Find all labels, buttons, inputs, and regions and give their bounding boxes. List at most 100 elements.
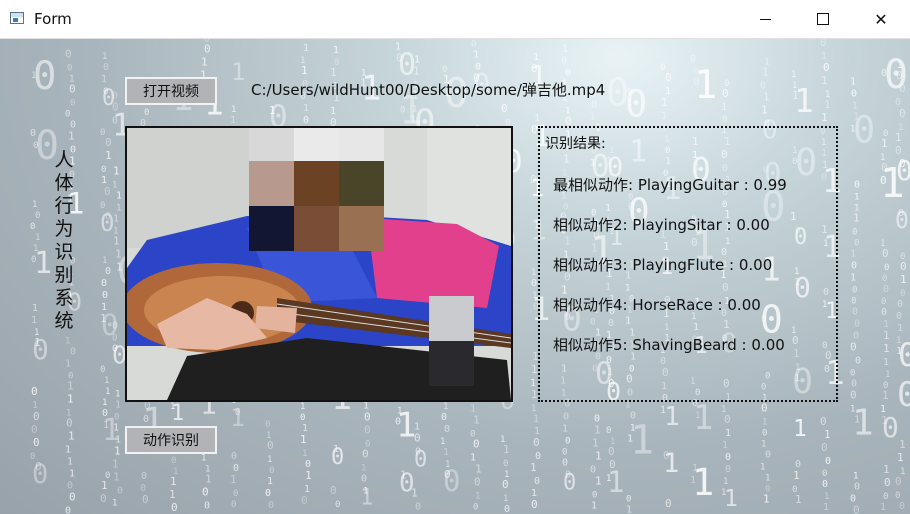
matrix-digit: 1 <box>65 358 71 369</box>
matrix-digit: 0 <box>68 371 73 381</box>
matrix-digit: 0 <box>899 82 906 95</box>
matrix-digit: 0 <box>204 500 210 511</box>
matrix-digit: 1 <box>115 248 122 261</box>
matrix-digit: 1 <box>302 449 307 459</box>
matrix-digit: 1 <box>333 444 339 455</box>
matrix-digit: 0 <box>825 456 831 467</box>
matrix-digit: 0 <box>626 494 631 504</box>
form-client-area: 1000010011011111001000000001000010101111… <box>0 39 910 514</box>
matrix-digit: 1 <box>606 474 611 484</box>
matrix-digit: 0 <box>608 445 615 458</box>
matrix-digit: 1 <box>333 45 339 56</box>
matrix-digit: 0 <box>898 336 910 374</box>
matrix-digit: 0 <box>895 475 902 488</box>
matrix-digit: 0 <box>301 494 308 507</box>
matrix-digit: 0 <box>30 128 36 139</box>
matrix-digit: 0 <box>102 290 108 301</box>
matrix-digit: 0 <box>144 108 149 118</box>
matrix-digit: 0 <box>765 450 771 461</box>
matrix-digit: 1 <box>112 499 117 509</box>
matrix-digit: 0 <box>660 63 665 73</box>
matrix-digit: 1 <box>534 113 540 124</box>
matrix-digit: 0 <box>850 368 855 378</box>
matrix-digit: 1 <box>562 424 568 435</box>
matrix-digit: 0 <box>725 452 731 463</box>
matrix-digit: 0 <box>897 375 910 415</box>
matrix-digit: 0 <box>896 69 903 82</box>
matrix-digit: 0 <box>565 68 571 79</box>
matrix-digit: 0 <box>473 437 480 450</box>
matrix-digit: 0 <box>854 481 860 492</box>
matrix-digit: 0 <box>531 123 538 136</box>
matrix-digit: 0 <box>69 82 76 95</box>
matrix-digit: 1 <box>304 484 310 495</box>
matrix-digit: 1 <box>66 408 71 418</box>
matrix-digit: 0 <box>531 62 538 75</box>
matrix-digit: 1 <box>661 111 667 122</box>
maximize-icon <box>817 13 829 25</box>
matrix-digit: 0 <box>690 54 696 65</box>
matrix-digit: 1 <box>897 61 902 71</box>
matrix-digit: 0 <box>364 424 371 437</box>
matrix-digit: 1 <box>113 471 120 484</box>
matrix-digit: 0 <box>563 412 569 423</box>
matrix-digit: 0 <box>501 102 508 115</box>
matrix-digit: 1 <box>562 44 568 55</box>
open-video-button[interactable]: 打开视频 <box>125 77 217 105</box>
matrix-digit: 0 <box>231 451 237 462</box>
matrix-digit: 0 <box>853 330 859 341</box>
matrix-digit: 1 <box>762 66 769 79</box>
matrix-digit: 0 <box>896 311 902 322</box>
close-button[interactable]: ✕ <box>852 0 910 38</box>
matrix-digit: 1 <box>300 56 305 66</box>
matrix-digit: 0 <box>268 500 274 511</box>
matrix-digit: 0 <box>362 448 369 461</box>
matrix-digit: 1 <box>897 323 903 334</box>
matrix-digit: 1 <box>201 55 208 68</box>
matrix-digit: 1 <box>116 204 121 214</box>
maximize-button[interactable] <box>794 0 852 38</box>
matrix-digit: 1 <box>101 479 108 492</box>
matrix-digit: 1 <box>470 403 476 414</box>
matrix-digit: 1 <box>300 402 305 412</box>
matrix-digit: 1 <box>595 474 602 487</box>
matrix-digit: 0 <box>100 365 105 375</box>
matrix-digit: 0 <box>765 485 770 495</box>
matrix-digit: 0 <box>117 486 123 497</box>
matrix-digit: 0 <box>851 260 857 271</box>
matrix-digit: 0 <box>235 408 240 418</box>
matrix-digit: 1 <box>760 463 765 473</box>
matrix-digit: 1 <box>896 346 902 357</box>
matrix-digit: 1 <box>900 467 905 477</box>
matrix-digit: 1 <box>32 400 38 411</box>
matrix-digit: 0 <box>896 154 910 187</box>
matrix-digit: 1 <box>170 475 177 488</box>
matrix-digit: 0 <box>444 424 450 435</box>
matrix-digit: 1 <box>230 403 245 432</box>
matrix-digit: 0 <box>70 98 75 108</box>
matrix-digit: 1 <box>853 211 860 224</box>
minimize-button[interactable] <box>736 0 794 38</box>
matrix-digit: 1 <box>850 248 856 259</box>
matrix-digit: 0 <box>204 42 211 55</box>
matrix-digit: 0 <box>852 285 857 295</box>
matrix-digit: 1 <box>330 66 337 79</box>
matrix-digit: 0 <box>31 255 36 265</box>
matrix-digit: 1 <box>475 491 480 501</box>
matrix-digit: 0 <box>101 308 118 342</box>
matrix-digit: 0 <box>33 141 38 151</box>
matrix-digit: 0 <box>101 278 107 289</box>
recognize-action-button[interactable]: 动作识别 <box>125 426 217 454</box>
matrix-digit: 0 <box>105 211 111 222</box>
matrix-digit: 0 <box>895 208 909 234</box>
matrix-digit: 1 <box>113 214 119 225</box>
matrix-digit: 0 <box>883 492 888 502</box>
matrix-digit: 0 <box>823 61 830 74</box>
matrix-digit: 0 <box>104 185 111 198</box>
matrix-digit: 1 <box>881 137 888 150</box>
matrix-digit: 0 <box>895 491 900 501</box>
matrix-digit: 1 <box>230 473 237 486</box>
matrix-digit: 0 <box>171 456 176 466</box>
matrix-digit: 0 <box>103 87 108 97</box>
matrix-digit: 0 <box>590 464 596 475</box>
